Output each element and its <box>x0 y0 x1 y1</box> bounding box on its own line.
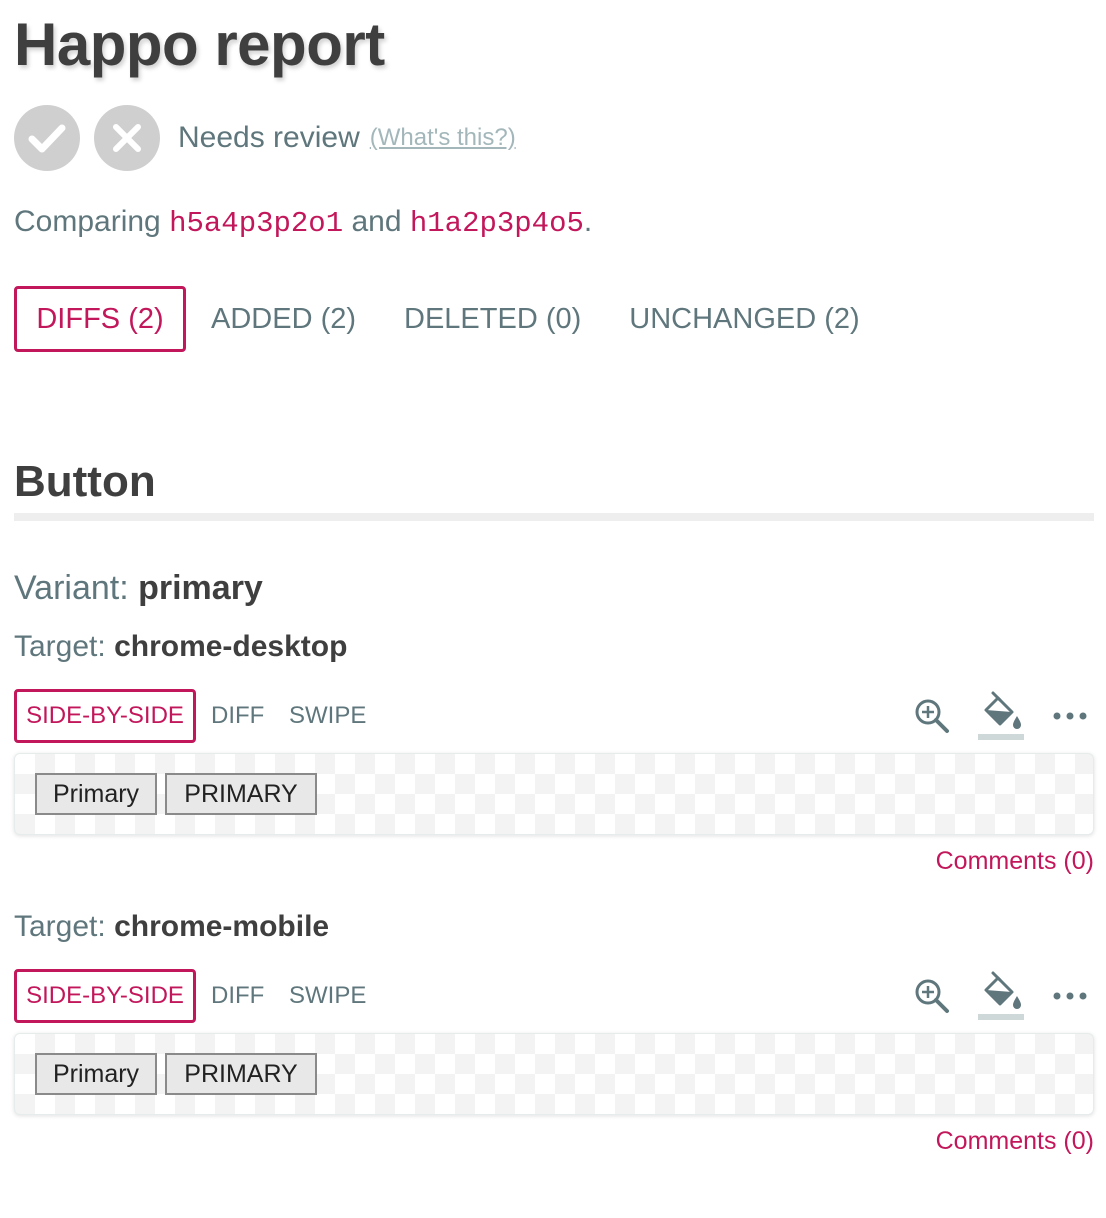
target-block-chrome-mobile: Target: chrome-mobile SIDE-BY-SIDE DIFF … <box>14 907 1094 1156</box>
view-tab-side-by-side[interactable]: SIDE-BY-SIDE <box>14 689 196 743</box>
view-tab-diff[interactable]: DIFF <box>211 689 264 743</box>
view-mode-row: SIDE-BY-SIDE DIFF SWIPE <box>14 689 1094 743</box>
target-line: Target: chrome-desktop <box>14 627 1094 667</box>
target-line: Target: chrome-mobile <box>14 907 1094 947</box>
screenshot-comparison: Primary PRIMARY <box>14 753 1094 835</box>
view-tab-swipe[interactable]: SWIPE <box>289 969 366 1023</box>
target-label: Target: <box>14 630 106 663</box>
screenshot-comparison: Primary PRIMARY <box>14 1033 1094 1115</box>
comparing-conjunction: and <box>351 205 402 238</box>
reject-button[interactable] <box>94 105 160 171</box>
target-block-chrome-desktop: Target: chrome-desktop SIDE-BY-SIDE DIFF… <box>14 627 1094 876</box>
background-color-button[interactable] <box>976 689 1026 743</box>
variant-label: Variant: <box>14 569 129 607</box>
close-icon <box>113 124 141 152</box>
view-mode-row: SIDE-BY-SIDE DIFF SWIPE <box>14 969 1094 1023</box>
report-tabs: DIFFS (2) ADDED (2) DELETED (0) UNCHANGE… <box>14 286 885 352</box>
fill-color-icon <box>978 691 1024 740</box>
target-name: chrome-desktop <box>114 630 348 663</box>
more-icon <box>1053 712 1087 720</box>
zoom-in-button[interactable] <box>912 969 952 1023</box>
status-label: Needs review <box>178 121 360 154</box>
tab-added[interactable]: ADDED (2) <box>188 286 379 352</box>
more-icon <box>1053 992 1087 1000</box>
sha-after: h1a2p3p4o5 <box>409 207 584 240</box>
fill-color-icon <box>978 971 1024 1020</box>
tab-diffs[interactable]: DIFFS (2) <box>14 286 186 352</box>
review-status-row: Needs review (What's this?) <box>14 104 516 172</box>
section-divider <box>14 513 1094 521</box>
screenshot-after-button: PRIMARY <box>165 1053 317 1095</box>
zoom-in-icon <box>915 979 949 1013</box>
approve-button[interactable] <box>14 105 80 171</box>
comparing-suffix: . <box>583 205 593 238</box>
screenshot-before-button: Primary <box>35 1053 157 1095</box>
comments-link[interactable]: Comments (0) <box>14 847 1094 876</box>
comparing-prefix: Comparing <box>14 205 161 238</box>
screenshot-after-button: PRIMARY <box>165 773 317 815</box>
background-color-button[interactable] <box>976 969 1026 1023</box>
component-title: Button <box>14 457 156 506</box>
tab-unchanged[interactable]: UNCHANGED (2) <box>606 286 882 352</box>
zoom-in-icon <box>915 699 949 733</box>
checkmark-icon <box>28 124 66 153</box>
whats-this-link[interactable]: (What's this?) <box>370 124 516 152</box>
page-title: Happo report <box>14 11 385 78</box>
variant-value: primary <box>138 569 263 607</box>
comparison-line: Comparing h5a4p3p2o1 and h1a2p3p4o5. <box>14 200 592 246</box>
target-label: Target: <box>14 910 106 943</box>
view-tab-side-by-side[interactable]: SIDE-BY-SIDE <box>14 969 196 1023</box>
screenshot-before-button: Primary <box>35 773 157 815</box>
more-options-button[interactable] <box>1050 969 1090 1023</box>
target-name: chrome-mobile <box>114 910 330 943</box>
more-options-button[interactable] <box>1050 689 1090 743</box>
view-tab-swipe[interactable]: SWIPE <box>289 689 366 743</box>
zoom-in-button[interactable] <box>912 689 952 743</box>
variant-line: Variant: primary <box>14 566 263 610</box>
comments-link[interactable]: Comments (0) <box>14 1127 1094 1156</box>
sha-before: h5a4p3p2o1 <box>169 207 344 240</box>
view-tab-diff[interactable]: DIFF <box>211 969 264 1023</box>
tab-deleted[interactable]: DELETED (0) <box>381 286 604 352</box>
